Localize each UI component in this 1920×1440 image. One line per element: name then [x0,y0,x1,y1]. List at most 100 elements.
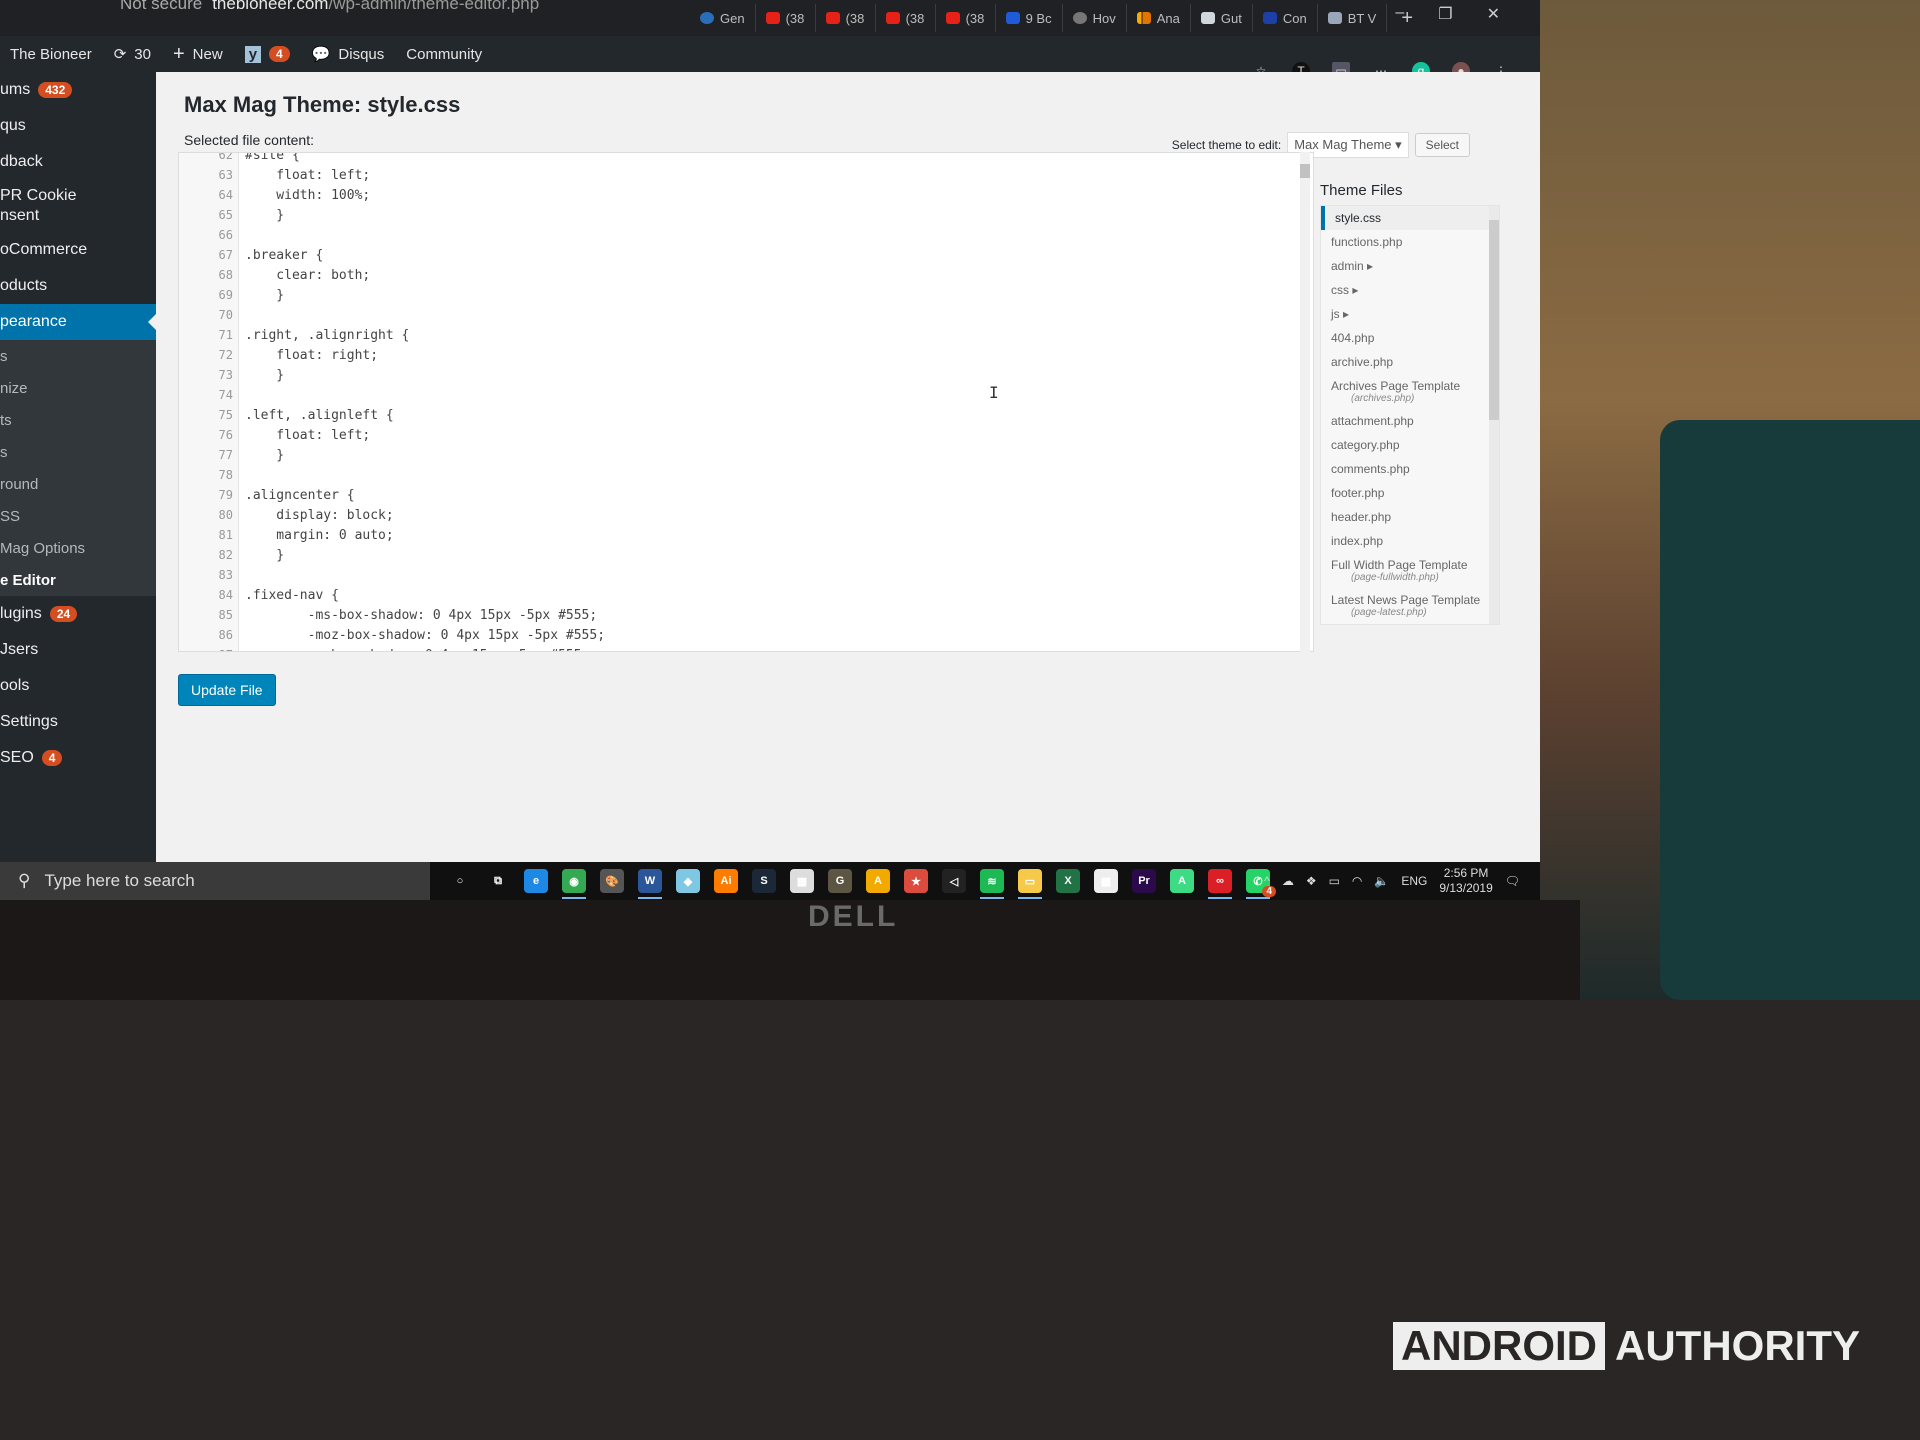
browser-tab[interactable]: Gut [1191,4,1253,32]
code-line[interactable]: 71 .right, .alignright { [179,325,410,345]
theme-file-item[interactable]: comments.php [1321,457,1499,481]
disqus-link[interactable]: 💬 Disqus [312,45,385,64]
code-line[interactable]: 78 [179,465,245,485]
sidebar-item[interactable]: PR Cookie nsent [0,180,156,232]
site-name-link[interactable]: The Bioneer [10,46,92,63]
browser-tab[interactable]: Con [1253,4,1318,32]
theme-file-item[interactable]: admin ▸ [1321,254,1499,278]
theme-file-item[interactable]: Archives Page Template (archives.php) [1321,374,1499,409]
code-line[interactable]: 66 [179,225,245,245]
battery-icon[interactable]: ▭ [1329,874,1340,888]
edge-icon[interactable]: e [524,869,548,893]
browser-tab[interactable]: (38 [876,4,936,32]
community-link[interactable]: Community [406,46,482,63]
illustrator-icon[interactable]: Ai [714,869,738,893]
theme-file-item[interactable]: archive.php [1321,350,1499,374]
code-line[interactable]: 70 [179,305,245,325]
sidebar-item[interactable]: qus [0,108,156,144]
theme-file-item[interactable]: js ▸ [1321,302,1499,326]
theme-file-item[interactable]: Latest News Page Template (page-latest.ph… [1321,588,1499,623]
language-indicator[interactable]: ENG [1401,874,1427,888]
sidebar-item[interactable]: oducts [0,268,156,304]
browser-tab[interactable]: Ana [1127,4,1191,32]
sidebar-item[interactable]: nize [0,372,156,404]
code-line[interactable]: 82 } [179,545,285,565]
file-explorer-icon[interactable]: ▭ [1018,869,1042,899]
code-line[interactable]: 85 -ms-box-shadow: 0 4px 15px -5px #555; [179,605,598,625]
code-line[interactable]: 74 [179,385,245,405]
show-hidden-icons[interactable]: ^ [1264,874,1270,888]
code-line[interactable]: 83 [179,565,245,585]
code-line[interactable]: 64 width: 100%; [179,185,371,205]
browser-tab[interactable]: Hov [1063,4,1127,32]
word-icon[interactable]: W [638,869,662,899]
android-studio-icon[interactable]: A [1170,869,1194,893]
sidebar-item[interactable]: ools [0,668,156,704]
browser-tab[interactable]: Gen [690,4,756,32]
address-bar[interactable]: Not secure thebioneer.com/wp-admin/theme… [0,0,539,18]
theme-file-item[interactable]: index.php [1321,529,1499,553]
action-center-icon[interactable]: 🗨 [1505,874,1520,888]
sidebar-item[interactable]: Settings [0,704,156,740]
task-view-icon[interactable]: ⧉ [486,869,510,893]
files-scrollbar[interactable] [1489,206,1499,624]
sidebar-item[interactable]: e Editor [0,564,156,596]
browser-tab[interactable]: 9 Bc [996,4,1063,32]
security-indicator[interactable]: Not secure [120,0,202,18]
taskbar-search[interactable]: ⚲ Type here to search [0,862,430,900]
sidebar-item[interactable]: SS [0,500,156,532]
sidebar-item[interactable]: lugins 24 [0,596,156,632]
files-scroll-thumb[interactable] [1489,220,1499,420]
sidebar-item[interactable]: s [0,436,156,468]
sidebar-item[interactable]: ums 432 [0,72,156,108]
sidebar-item[interactable]: Mag Options [0,532,156,564]
editor-scrollbar[interactable] [1300,152,1310,652]
minimize-button[interactable]: – [1395,4,1404,24]
update-file-button[interactable]: Update File [178,674,276,706]
wunderlist-icon[interactable]: ★ [904,869,928,893]
code-line[interactable]: 72 float: right; [179,345,379,365]
gimp-icon[interactable]: G [828,869,852,893]
chrome-icon[interactable]: ◉ [562,869,586,899]
spotify-icon[interactable]: ≋ [980,869,1004,899]
code-line[interactable]: 87 -o-box-shadow: 0 4px 15px -5px #555; [179,645,590,652]
theme-file-item[interactable]: attachment.php [1321,409,1499,433]
theme-file-item[interactable]: functions.php [1321,230,1499,254]
close-button[interactable]: ✕ [1487,4,1500,24]
code-line[interactable]: 73 } [179,365,285,385]
browser-tab[interactable]: BT V [1318,4,1388,32]
yoast-link[interactable]: y 4 [244,45,290,63]
sidebar-item[interactable]: round [0,468,156,500]
unity-icon[interactable]: ◁ [942,869,966,893]
onedrive-icon[interactable]: ☁ [1282,874,1294,888]
theme-file-item[interactable]: Full Width Page Template (page-fullwidth.… [1321,553,1499,588]
new-content-link[interactable]: + New [173,43,223,66]
updates-link[interactable]: ⟳ 30 [114,45,151,64]
select-button[interactable]: Select [1414,133,1470,157]
theme-file-item[interactable]: footer.php [1321,481,1499,505]
app-blue-icon[interactable]: ◆ [676,869,700,893]
volume-icon[interactable]: 🔈 [1374,874,1389,888]
theme-file-item[interactable]: 404.php [1321,326,1499,350]
theme-file-item[interactable]: category.php [1321,433,1499,457]
code-line[interactable]: 67 .breaker { [179,245,324,265]
premiere-icon[interactable]: Pr [1132,869,1156,893]
code-line[interactable]: 62 #site { [179,153,300,165]
code-line[interactable]: 86 -moz-box-shadow: 0 4px 15px -5px #555… [179,625,605,645]
sidebar-item[interactable]: Jsers [0,632,156,668]
cortana-icon[interactable]: ○ [448,869,472,893]
wifi-icon[interactable]: ◠ [1352,874,1362,888]
browser-tab[interactable]: (38 [816,4,876,32]
sidebar-item[interactable]: pearance [0,304,156,340]
code-editor[interactable]: 62 #site {63 float: left; 64 width: 100%; 6… [178,152,1314,652]
browser-tab[interactable]: (38 [756,4,816,32]
editor-scroll-thumb[interactable] [1300,164,1310,178]
code-line[interactable]: 68 clear: both; [179,265,371,285]
calculator-icon[interactable]: ▦ [790,869,814,893]
sidebar-item[interactable]: s [0,340,156,372]
theme-file-item[interactable]: style.css [1321,206,1499,230]
code-line[interactable]: 75 .left, .alignleft { [179,405,394,425]
code-line[interactable]: 76 float: left; [179,425,371,445]
sidebar-item[interactable]: oCommerce [0,232,156,268]
code-line[interactable]: 79 .aligncenter { [179,485,355,505]
